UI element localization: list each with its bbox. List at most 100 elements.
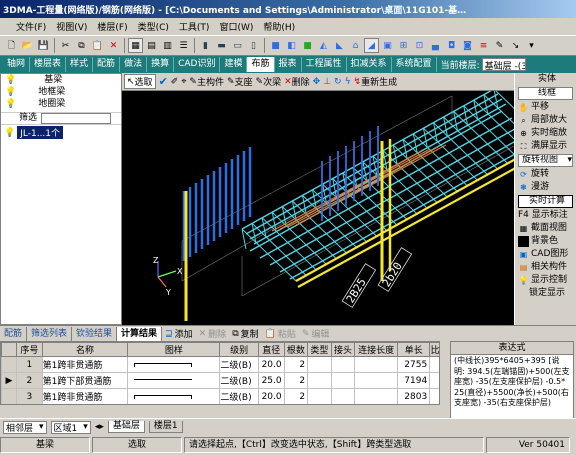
refresh-icon[interactable]: ↻ [334, 77, 342, 87]
tab-style[interactable]: 样式 [66, 57, 94, 72]
wireframe-button[interactable]: 线框 [518, 87, 573, 100]
cell-length[interactable]: 7194 [397, 372, 431, 389]
menu-tools[interactable]: 工具(T) [177, 20, 212, 33]
cube-icon[interactable]: ◧ [284, 38, 299, 53]
sheet-tab-foundation[interactable]: 基础层 [107, 421, 145, 433]
cell-grade[interactable]: 二级(B) [219, 356, 259, 373]
tab-rebar[interactable]: 配筋 [0, 326, 28, 341]
menu-help[interactable]: 帮助(H) [261, 20, 297, 33]
tab-floor-table[interactable]: 楼层表 [30, 57, 67, 72]
f4-show-labels[interactable]: F4 显示标注 [515, 209, 576, 222]
paste-button[interactable]: 📋 粘贴 [262, 327, 299, 341]
new-file-icon[interactable]: 🗋 [4, 38, 19, 53]
realtime-calc-button[interactable]: 实时计算 [518, 195, 573, 208]
formula-text[interactable]: (中线长)395*6405+395 [说明: 394.5(左端锚固)+500(左… [451, 355, 573, 410]
tab-modeling[interactable]: 建模 [220, 57, 248, 72]
cell-diameter[interactable]: 20.0 [257, 388, 285, 404]
tab-deduction[interactable]: 扣减关系 [347, 57, 392, 72]
delete-button[interactable]: ✕ 删除 [284, 75, 310, 89]
cell-type[interactable] [307, 388, 332, 404]
add-button[interactable]: ⊒ 添加 [162, 327, 196, 341]
hat-icon[interactable]: ⌂ [348, 38, 363, 53]
dropper-icon[interactable]: ⌖ [181, 77, 186, 87]
delete-row-button[interactable]: ✕ 删除 [196, 327, 230, 341]
tree-item[interactable]: 💡 地框梁 [5, 86, 121, 98]
floor-select[interactable]: 基础层 -(3) [481, 58, 526, 71]
menu-window[interactable]: 窗口(W) [217, 20, 255, 33]
sheet-tab-floor1[interactable]: 楼层1 [148, 421, 183, 433]
menu-file[interactable]: 文件(F) [14, 20, 48, 33]
3d-viewport[interactable]: 2B25 2b20 Z X Y [122, 91, 514, 325]
rotate-view-select[interactable]: 旋转视图 ▾ [518, 154, 573, 167]
cell-lap[interactable] [354, 388, 399, 404]
paste-icon[interactable]: 📋 [90, 38, 105, 53]
lock-display-button[interactable]: 锁定显示 [515, 287, 576, 300]
tab-calc-result[interactable]: 计算结果 [117, 326, 163, 341]
cell-name[interactable]: 第1跨下部贯通筋 [41, 372, 129, 389]
support-button[interactable]: ✎ 支座 [227, 75, 253, 89]
section-view-button[interactable]: ▦ 截面视图 [515, 222, 576, 235]
tab-conversion[interactable]: 换算 [147, 57, 175, 72]
edit-icon[interactable]: ✎ [492, 38, 507, 53]
green-square-icon[interactable]: ■ [300, 38, 315, 53]
delete-icon[interactable]: ✕ [106, 38, 121, 53]
cell-name[interactable]: 第1跨非贯通筋 [41, 388, 129, 404]
table-row[interactable]: 3 第1跨非贯通筋 二级(B) 20.0 2 2803 [1, 388, 439, 404]
rotate-button[interactable]: ⟳ 旋转 [515, 168, 576, 181]
cell-diameter[interactable]: 25.0 [257, 372, 285, 389]
check-icon[interactable]: ✔ [159, 75, 168, 88]
tab-report[interactable]: 报表 [275, 57, 302, 72]
tab-reinforcement[interactable]: 配筋 [93, 57, 121, 72]
cell-length[interactable]: 2803 [397, 388, 431, 404]
foundation-icon[interactable]: ▄ [428, 38, 443, 53]
sloped-roof-icon[interactable]: ◢ [364, 38, 379, 53]
cell-lap[interactable] [354, 356, 399, 373]
cell-joint[interactable] [330, 372, 356, 389]
table-row[interactable]: 1 第1跨非贯通筋 二级(B) 20.0 2 2755 [1, 356, 439, 373]
roam-button[interactable]: ❃ 漫游 [515, 181, 576, 194]
slab-icon[interactable]: ▭ [230, 38, 245, 53]
layout-icon[interactable]: ▥ [160, 38, 175, 53]
regenerate-button[interactable]: ↯ 重新生成 [354, 75, 398, 89]
cell-type[interactable] [307, 372, 332, 389]
tree-item[interactable]: 💡 地圈梁 [5, 98, 121, 110]
tab-filter-list[interactable]: 筛选列表 [27, 326, 73, 341]
table-row[interactable]: ▶ 2 第1跨下部贯通筋 二级(B) 25.0 2 7194 [1, 372, 439, 389]
list-icon[interactable]: ☰ [176, 38, 191, 53]
nav-arrows-icon[interactable]: ◂▸ [95, 422, 104, 432]
tab-system-config[interactable]: 系统配置 [392, 57, 437, 72]
adjacent-floor-select[interactable]: 相邻层 ▾ [3, 420, 47, 434]
copy-button[interactable]: ⧉ 复制 [229, 327, 261, 341]
box-icon[interactable]: ▣ [380, 38, 395, 53]
tab-grid[interactable]: 轴网 [3, 57, 31, 72]
pad-icon[interactable]: ◘ [444, 38, 459, 53]
save-icon[interactable]: 💾 [36, 38, 51, 53]
fit-screen-button[interactable]: ⛶ 满屏显示 [515, 140, 576, 153]
cell-name[interactable]: 第1跨非贯通筋 [41, 356, 129, 373]
cell-lap[interactable] [354, 372, 399, 389]
cell-length[interactable]: 2755 [397, 356, 431, 373]
rebar-3d-view[interactable]: 2B25 2b20 Z X Y [122, 91, 514, 325]
cell-type[interactable] [307, 356, 332, 373]
beam-icon[interactable]: ▬ [214, 38, 229, 53]
menu-view[interactable]: 视图(V) [54, 20, 89, 33]
menu-type[interactable]: 类型(C) [136, 20, 171, 33]
zoom-window-button[interactable]: ⌕ 局部放大 [515, 114, 576, 127]
menu-floor[interactable]: 楼层(F) [95, 20, 129, 33]
open-folder-icon[interactable]: 📂 [20, 38, 35, 53]
arrow-icon[interactable]: ↘ [508, 38, 523, 53]
cell-count[interactable]: 2 [283, 388, 309, 404]
cell-count[interactable]: 2 [283, 356, 309, 373]
tab-check-result[interactable]: 钦验结果 [72, 326, 118, 341]
lightning-icon[interactable]: ϟ [345, 77, 351, 87]
list-item[interactable]: 💡 JL-1...1个 [1, 125, 121, 140]
secondary-beam-button[interactable]: ✎ 次梁 [256, 75, 282, 89]
cell-joint[interactable] [330, 388, 356, 404]
opening-icon[interactable]: ◙ [460, 38, 475, 53]
wall-icon[interactable]: ▯ [246, 38, 261, 53]
tab-cad[interactable]: CAD识别 [174, 57, 221, 72]
related-members-button[interactable]: ▤ 相关构件 [515, 261, 576, 274]
tab-method[interactable]: 做法 [120, 57, 148, 72]
cell-grade[interactable]: 二级(B) [219, 388, 259, 404]
dropdown-icon[interactable]: ▾ [524, 38, 539, 53]
